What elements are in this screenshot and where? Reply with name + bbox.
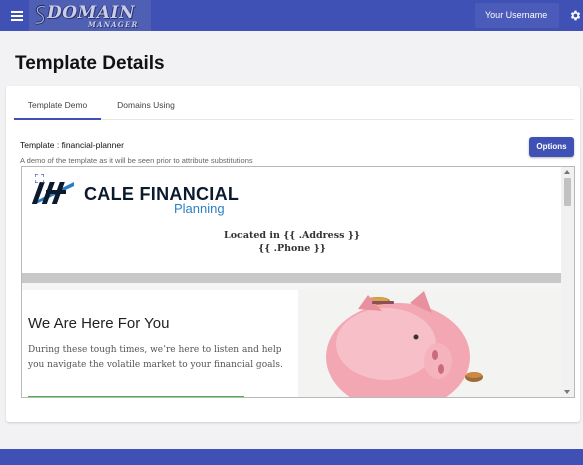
page-title: Template Details (15, 53, 165, 74)
piggy-bank-image (298, 289, 562, 397)
app-logo[interactable]: DOMAIN MANAGER (29, 0, 151, 31)
scroll-up-icon[interactable] (564, 170, 570, 174)
phone-line: {{ .Phone }} (258, 243, 326, 254)
tab-bar: Template Demo Domains Using (14, 86, 574, 120)
footer-bar (0, 449, 583, 465)
gear-icon[interactable] (569, 9, 582, 22)
expand-icon[interactable] (35, 174, 44, 183)
user-menu-button[interactable]: Your Username (475, 3, 559, 28)
preview-scrollbar[interactable] (561, 167, 574, 397)
hamburger-menu-icon[interactable] (11, 11, 23, 21)
template-name-label: Template : financial-planner (20, 140, 124, 150)
scroll-thumb[interactable] (564, 178, 571, 206)
logo-subtext: MANAGER (88, 20, 139, 29)
template-preview-frame[interactable]: CALE FINANCIAL Planning Located in {{ .A… (21, 166, 575, 398)
app-bar: DOMAIN MANAGER Your Username (0, 0, 583, 31)
scroll-down-icon[interactable] (564, 390, 570, 394)
address-line: Located in {{ .Address }} (224, 230, 360, 241)
hero-title: We Are Here For You (28, 315, 170, 332)
tab-domains-using[interactable]: Domains Using (110, 86, 182, 119)
brand-subtitle: Planning (174, 201, 225, 216)
template-card: Template Demo Domains Using Template : f… (6, 86, 580, 422)
template-description: A demo of the template as it will be see… (20, 156, 253, 165)
cta-button-edge[interactable] (28, 396, 244, 397)
hero-text: During these tough times, we’re here to … (28, 345, 283, 370)
section-divider (22, 273, 562, 283)
tab-template-demo[interactable]: Template Demo (14, 86, 101, 120)
options-button[interactable]: Options (529, 137, 574, 157)
